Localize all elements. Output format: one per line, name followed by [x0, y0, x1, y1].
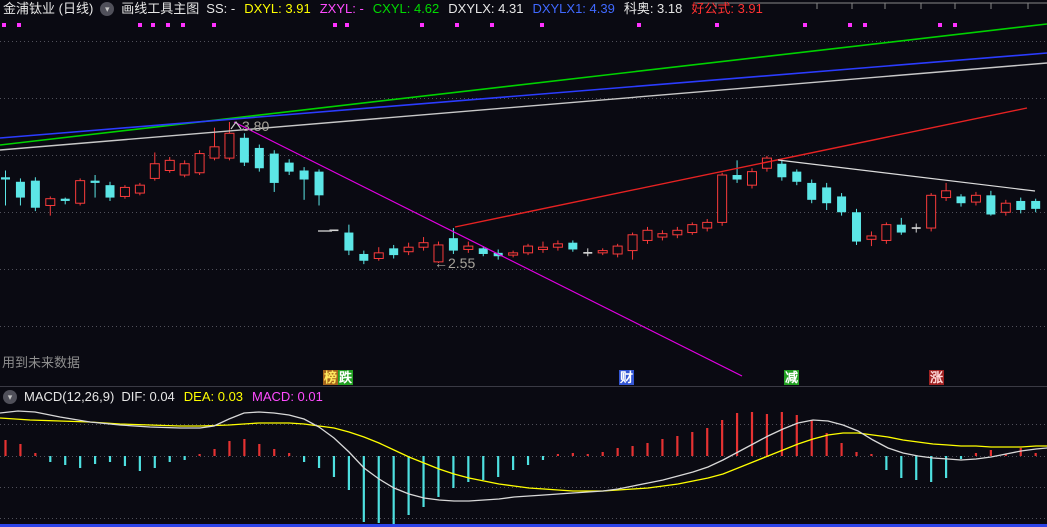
macd-header: MACD(12,26,9) DIF: 0.04 DEA: 0.03 MACD: 0.…: [3, 389, 323, 405]
trendlines: [0, 23, 1047, 377]
indicator-7: 好公式: 3.91: [691, 1, 763, 16]
signal-tag-4: 涨: [929, 370, 944, 385]
main-chart-header: 金浦钛业 (日线) 画线工具主图 SS: - DXYL: 3.91 ZXYL: - C…: [3, 1, 763, 17]
peak-price-label: 3.80: [242, 118, 270, 134]
chevron-down-circle-icon[interactable]: [100, 2, 115, 16]
signal-tag-0: 榜: [323, 370, 338, 385]
indicator-0: SS: -: [206, 1, 236, 16]
macd-indicator-values: DIF: 0.04 DEA: 0.03 MACD: 0.01: [121, 389, 323, 405]
gridlines: [0, 41, 1047, 519]
indicator-5: DXYLX1: 4.39: [532, 1, 615, 16]
macd-indicator-1: DEA: 0.03: [183, 389, 244, 404]
indicator-3: CXYL: 4.62: [372, 1, 440, 16]
signal-tag-1: 跌: [338, 370, 353, 385]
indicator-6: 科奥: 3.18: [623, 1, 683, 16]
stock-title: 金浦钛业 (日线): [3, 1, 94, 16]
indicator-2: ZXYL: -: [319, 1, 364, 16]
chart-canvas[interactable]: [0, 0, 1047, 527]
signal-tag-2: 财: [619, 370, 634, 385]
dea-line-group: [0, 417, 1047, 492]
macd-indicator-0: DIF: 0.04: [121, 389, 175, 404]
macd-histogram: [4, 412, 1037, 524]
ma-long-blue: [0, 52, 1047, 139]
main-indicator-values: SS: - DXYL: 3.91 ZXYL: - CXYL: 4.62 DXYLX: 4…: [206, 1, 763, 17]
ma-long-green: [0, 23, 1047, 146]
signal-tag-3: 减: [784, 370, 799, 385]
indicator-4: DXYLX: 4.31: [448, 1, 524, 16]
future-data-warning: 用到未来数据: [2, 355, 81, 370]
trading-app-window: 金浦钛业 (日线) 画线工具主图 SS: - DXYL: 3.91 ZXYL: - C…: [0, 0, 1047, 527]
resistance-white: [777, 159, 1036, 192]
panel-title[interactable]: 画线工具主图: [121, 1, 199, 17]
low-price-label: ←2.55: [434, 255, 476, 271]
panel-frame: [0, 386, 1047, 527]
dea-line: [0, 417, 1047, 492]
signal-dots: [2, 23, 957, 27]
macd-indicator-2: MACD: 0.01: [252, 389, 323, 404]
downtrend-magenta: [233, 121, 743, 377]
candlestick-series: [1, 122, 1041, 265]
chevron-down-circle-icon[interactable]: [3, 390, 17, 404]
indicator-1: DXYL: 3.91: [244, 1, 311, 16]
uptrend-red: [454, 107, 1028, 228]
macd-title[interactable]: MACD(12,26,9): [24, 389, 114, 405]
